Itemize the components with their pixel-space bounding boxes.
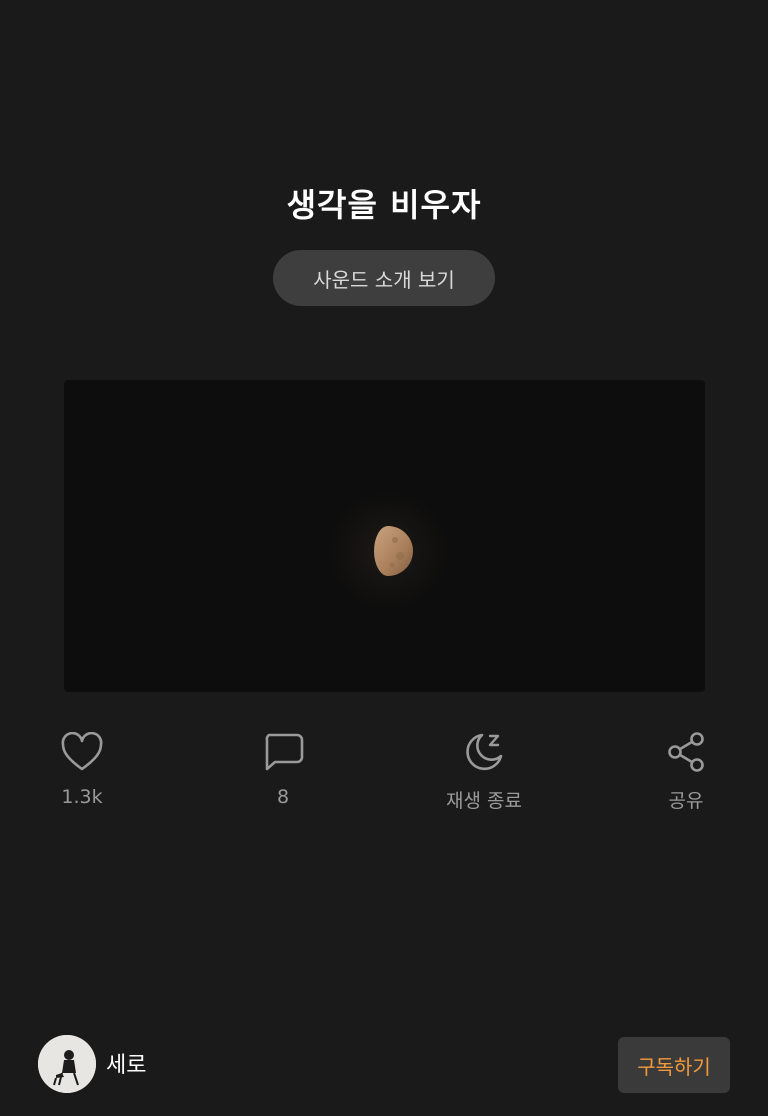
comment-count: 8 bbox=[276, 786, 290, 808]
like-count: 1.3k bbox=[61, 786, 103, 808]
avatar-image bbox=[38, 1035, 96, 1093]
moon-image bbox=[328, 491, 448, 611]
share-label: 공유 bbox=[668, 790, 704, 812]
sound-artwork bbox=[64, 380, 705, 692]
comment-button[interactable]: 8 bbox=[223, 728, 343, 808]
share-button[interactable]: 공유 bbox=[626, 728, 746, 813]
sound-intro-button[interactable]: 사운드 소개 보기 bbox=[273, 250, 495, 306]
creator-avatar[interactable] bbox=[38, 1035, 96, 1093]
subscribe-button[interactable]: 구독하기 bbox=[618, 1037, 730, 1093]
share-icon bbox=[662, 728, 710, 776]
creator-name[interactable]: 세로 bbox=[106, 1047, 146, 1079]
sound-title: 생각을 비우자 bbox=[286, 186, 482, 224]
sleep-timer-label: 재생 종료 bbox=[446, 790, 522, 812]
like-button[interactable]: 1.3k bbox=[22, 728, 142, 808]
comment-icon bbox=[259, 728, 307, 776]
heart-icon bbox=[58, 728, 106, 776]
moon-sleep-icon bbox=[460, 728, 508, 776]
action-bar: 1.3k 8 재생 종료 공유 bbox=[0, 728, 768, 828]
sleep-timer-button[interactable]: 재생 종료 bbox=[424, 728, 544, 813]
